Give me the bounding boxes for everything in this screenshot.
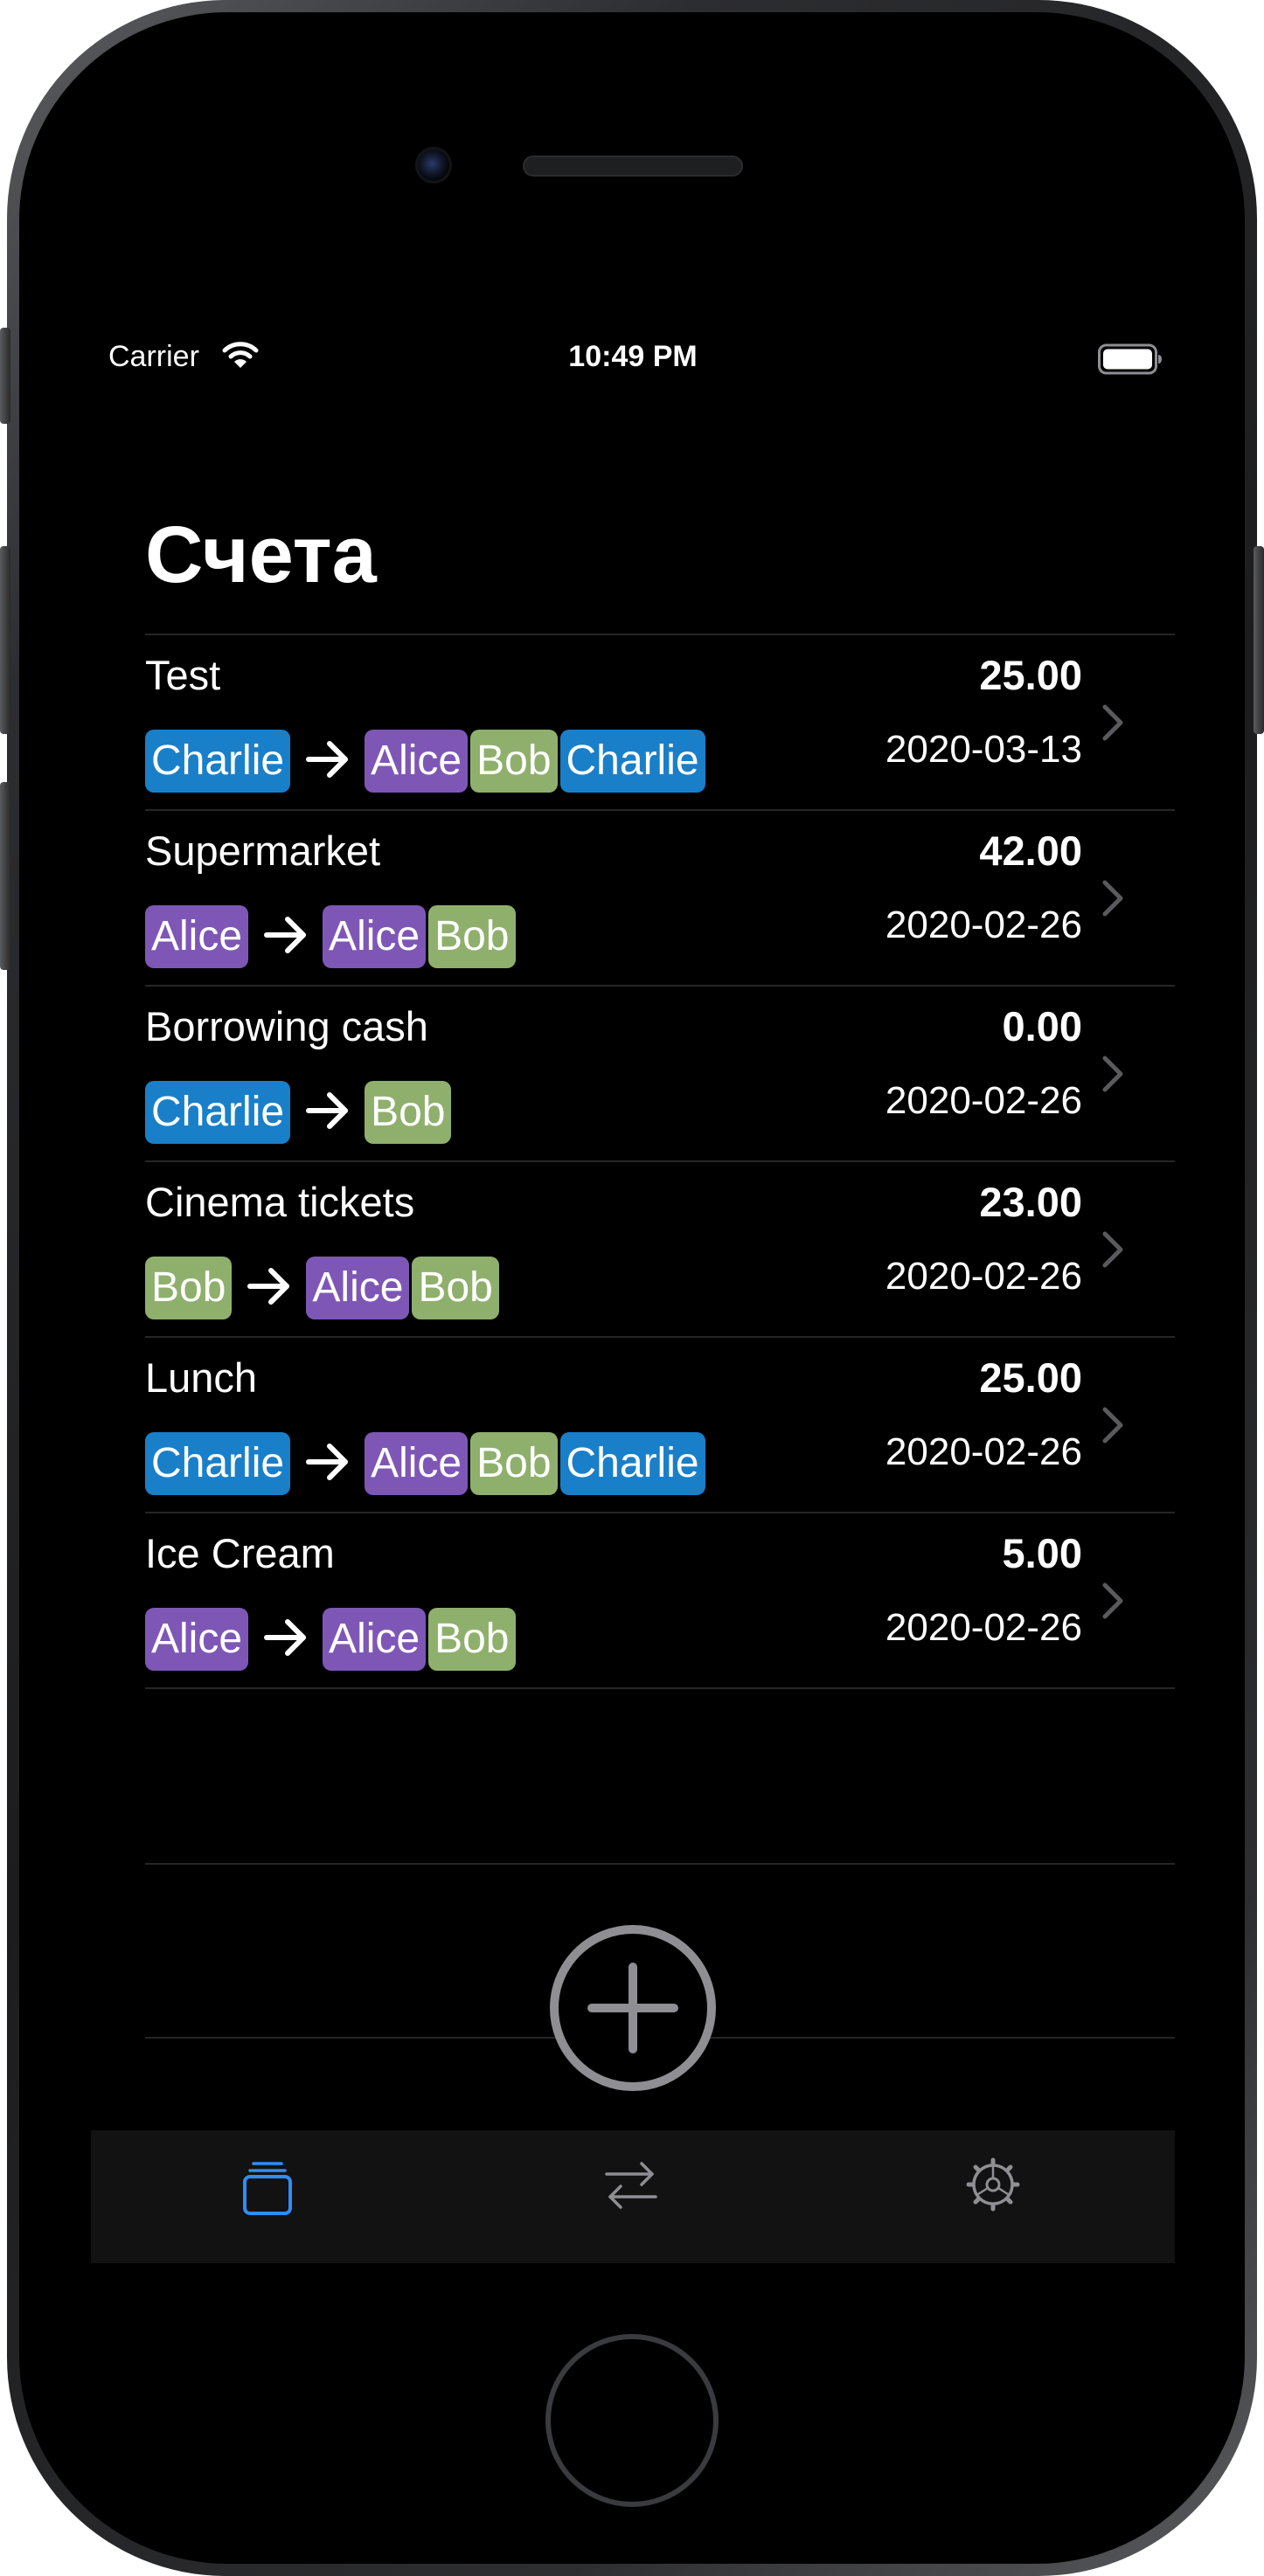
chevron-right-icon — [1101, 1055, 1124, 1098]
power-button — [1254, 546, 1264, 734]
bill-name: Borrowing cash — [145, 1003, 428, 1049]
bill-amount: 23.00 — [979, 1179, 1082, 1225]
stack-icon — [243, 2162, 292, 2215]
participant-tag: Bob — [365, 1081, 452, 1144]
plus-icon — [587, 1963, 678, 2053]
bill-row[interactable]: Cinema tickets 23.00 Bob Alice Bob 2020-02-26 — [145, 1160, 1175, 1336]
payer-tag: Charlie — [145, 730, 291, 793]
tab-bills[interactable] — [238, 2150, 308, 2219]
chevron-right-icon — [1101, 879, 1124, 922]
arrow-right-icon — [263, 1617, 309, 1662]
bill-amount: 25.00 — [979, 1354, 1082, 1401]
bill-list: Test 25.00 Charlie Alice Bob Charlie 2020-03-1… — [145, 634, 1175, 2039]
chevron-right-icon — [1101, 703, 1124, 746]
tab-transfers[interactable] — [598, 2150, 668, 2219]
arrows-exchange-icon — [605, 2162, 657, 2209]
bill-date: 2020-02-26 — [885, 904, 1082, 946]
participant-tag: Alice — [323, 1608, 427, 1671]
bill-row[interactable]: Borrowing cash 0.00 Charlie Bob 2020-02-26 — [145, 985, 1175, 1160]
empty-list-row — [145, 1687, 1175, 1863]
status-time: 10:49 PM — [568, 340, 698, 373]
front-camera — [415, 147, 452, 184]
participant-tag: Bob — [470, 730, 558, 793]
bill-people: Alice Alice Bob — [145, 1608, 518, 1671]
bill-name: Test — [145, 652, 221, 698]
bill-date: 2020-03-13 — [885, 728, 1082, 771]
chevron-right-icon — [1101, 1582, 1124, 1624]
bill-date: 2020-02-26 — [885, 1606, 1082, 1649]
bill-people: Bob Alice Bob — [145, 1257, 502, 1319]
bill-row[interactable]: Test 25.00 Charlie Alice Bob Charlie 2020-03-1… — [145, 634, 1175, 809]
payer-tag: Bob — [145, 1257, 233, 1319]
participant-tag: Bob — [470, 1432, 558, 1495]
arrow-right-icon — [305, 739, 351, 784]
mute-switch — [0, 328, 10, 424]
app-screen: Carrier 10:49 PM Счета Test 25.00 Charlie A… — [91, 317, 1175, 2263]
arrow-right-icon — [305, 1442, 351, 1486]
bill-name: Cinema tickets — [145, 1179, 415, 1225]
status-bar: Carrier 10:49 PM — [91, 317, 1175, 401]
payer-tag: Alice — [145, 1608, 249, 1671]
arrow-right-icon — [305, 1091, 351, 1135]
tab-settings[interactable] — [958, 2150, 1028, 2219]
bill-name: Lunch — [145, 1354, 258, 1401]
participant-tag: Charlie — [559, 730, 705, 793]
participant-tag: Bob — [428, 905, 516, 968]
bill-row[interactable]: Ice Cream 5.00 Alice Alice Bob 2020-02-26 — [145, 1512, 1175, 1687]
bill-name: Ice Cream — [145, 1530, 335, 1576]
bill-date: 2020-02-26 — [885, 1255, 1082, 1298]
gear-icon — [966, 2157, 1020, 2212]
arrow-right-icon — [263, 915, 309, 959]
bill-date: 2020-02-26 — [885, 1430, 1082, 1473]
participant-tag: Alice — [306, 1257, 410, 1319]
bill-amount: 5.00 — [1002, 1530, 1082, 1576]
payer-tag: Alice — [145, 905, 249, 968]
participant-tag: Alice — [323, 905, 427, 968]
bill-row[interactable]: Lunch 25.00 Charlie Alice Bob Charlie 2020-02-… — [145, 1336, 1175, 1512]
volume-down-button — [0, 782, 10, 970]
arrow-right-icon — [247, 1266, 292, 1311]
bill-row[interactable]: Supermarket 42.00 Alice Alice Bob 2020-02-26 — [145, 809, 1175, 985]
chevron-right-icon — [1101, 1406, 1124, 1449]
home-button[interactable] — [545, 2334, 719, 2507]
volume-up-button — [0, 546, 10, 734]
bill-name: Supermarket — [145, 828, 381, 874]
participant-tag: Bob — [428, 1608, 516, 1671]
earpiece-speaker — [523, 156, 743, 177]
participant-tag: Charlie — [559, 1432, 705, 1495]
participant-tag: Alice — [365, 1432, 469, 1495]
bill-people: Alice Alice Bob — [145, 905, 518, 968]
participant-tag: Alice — [365, 730, 469, 793]
chevron-right-icon — [1101, 1230, 1124, 1273]
bill-amount: 42.00 — [979, 828, 1082, 874]
bill-people: Charlie Alice Bob Charlie — [145, 1432, 708, 1495]
bill-date: 2020-02-26 — [885, 1079, 1082, 1122]
battery-icon — [1098, 343, 1163, 379]
participant-tag: Bob — [412, 1257, 499, 1319]
page-title: Счета — [145, 510, 377, 599]
add-bill-button[interactable] — [550, 1925, 716, 2091]
tab-bar — [91, 2130, 1175, 2263]
bill-amount: 0.00 — [1002, 1003, 1082, 1049]
bill-people: Charlie Alice Bob Charlie — [145, 730, 708, 793]
bill-people: Charlie Bob — [145, 1081, 454, 1144]
payer-tag: Charlie — [145, 1432, 291, 1495]
bill-amount: 25.00 — [979, 652, 1082, 698]
payer-tag: Charlie — [145, 1081, 291, 1144]
